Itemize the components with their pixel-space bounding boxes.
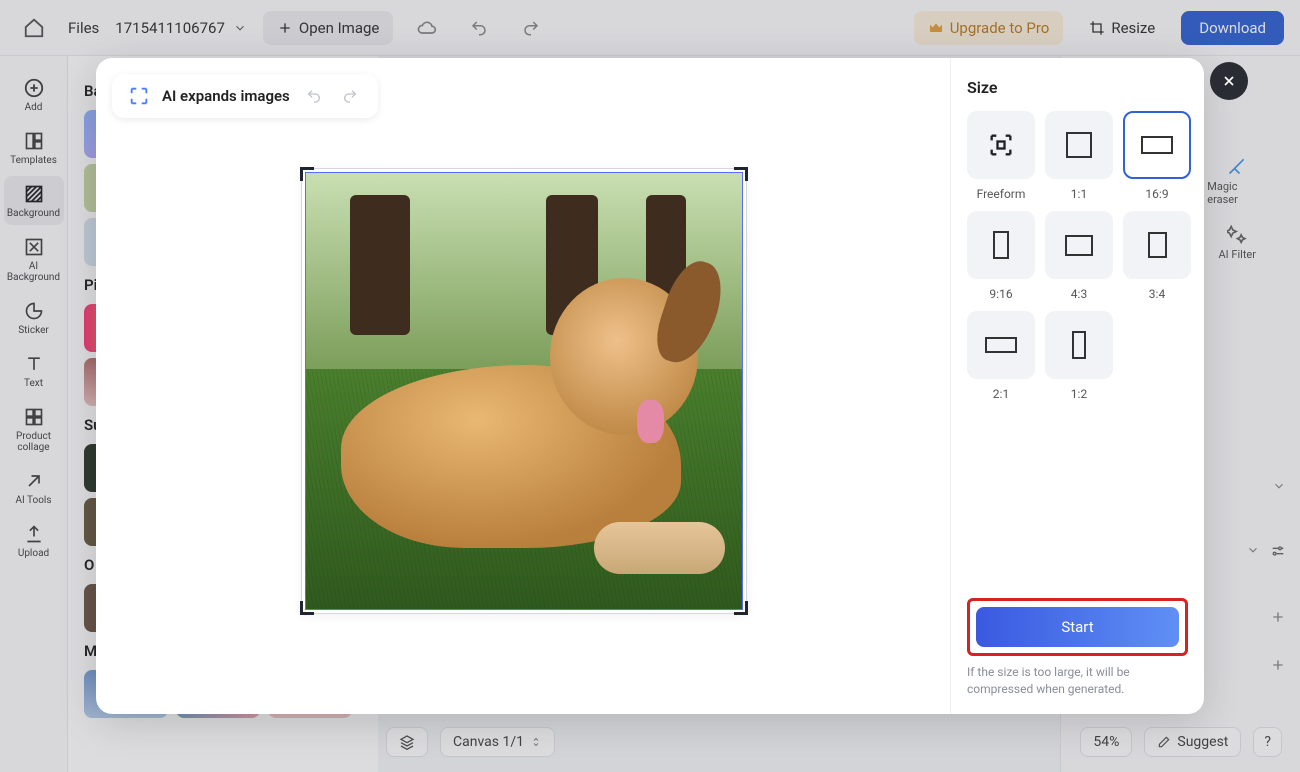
start-button[interactable]: Start: [976, 607, 1179, 647]
size-option-16_9[interactable]: [1123, 111, 1191, 179]
ai-expand-title: AI expands images: [162, 87, 290, 105]
crop-handle-tr[interactable]: [734, 167, 748, 181]
crop-handle-bl[interactable]: [300, 601, 314, 615]
size-option-1_2[interactable]: [1045, 311, 1113, 379]
close-icon: [1221, 73, 1237, 89]
undo-icon: [306, 88, 322, 104]
crop-handle-br[interactable]: [734, 601, 748, 615]
size-hint: If the size is too large, it will be com…: [967, 664, 1188, 698]
modal-size-panel: Size Freeform 1:1 16:9 9:16 4:3 3:4 2:1 1:2 Sta…: [950, 58, 1204, 714]
size-option-label: 1:1: [1071, 187, 1087, 201]
modal-canvas-area: AI expands images: [96, 58, 950, 714]
ai-expand-modal: AI expands images: [96, 58, 1204, 714]
start-button-highlight: Start: [967, 598, 1188, 656]
size-option-label: 3:4: [1149, 287, 1165, 301]
image-canvas[interactable]: [301, 168, 747, 614]
size-option-freeform[interactable]: [967, 111, 1035, 179]
start-label: Start: [1061, 618, 1093, 636]
modal-redo-button[interactable]: [338, 84, 362, 108]
size-option-label: 16:9: [1145, 187, 1168, 201]
modal-undo-button[interactable]: [302, 84, 326, 108]
modal-close-button[interactable]: [1210, 62, 1248, 100]
size-option-2_1[interactable]: [967, 311, 1035, 379]
expand-icon: [128, 85, 150, 107]
size-option-3_4[interactable]: [1123, 211, 1191, 279]
size-option-1_1[interactable]: [1045, 111, 1113, 179]
size-options-grid: Freeform 1:1 16:9 9:16 4:3 3:4 2:1 1:2: [967, 111, 1188, 401]
freeform-icon: [987, 131, 1015, 159]
size-header: Size: [967, 78, 1188, 97]
image-preview: [305, 172, 743, 610]
size-option-label: 4:3: [1071, 287, 1087, 301]
size-option-label: Freeform: [977, 187, 1026, 201]
size-option-9_16[interactable]: [967, 211, 1035, 279]
size-option-4_3[interactable]: [1045, 211, 1113, 279]
crop-handle-tl[interactable]: [300, 167, 314, 181]
size-option-label: 2:1: [993, 387, 1009, 401]
size-option-label: 1:2: [1071, 387, 1087, 401]
size-option-label: 9:16: [989, 287, 1012, 301]
redo-icon: [342, 88, 358, 104]
ai-expand-chip: AI expands images: [112, 74, 378, 118]
